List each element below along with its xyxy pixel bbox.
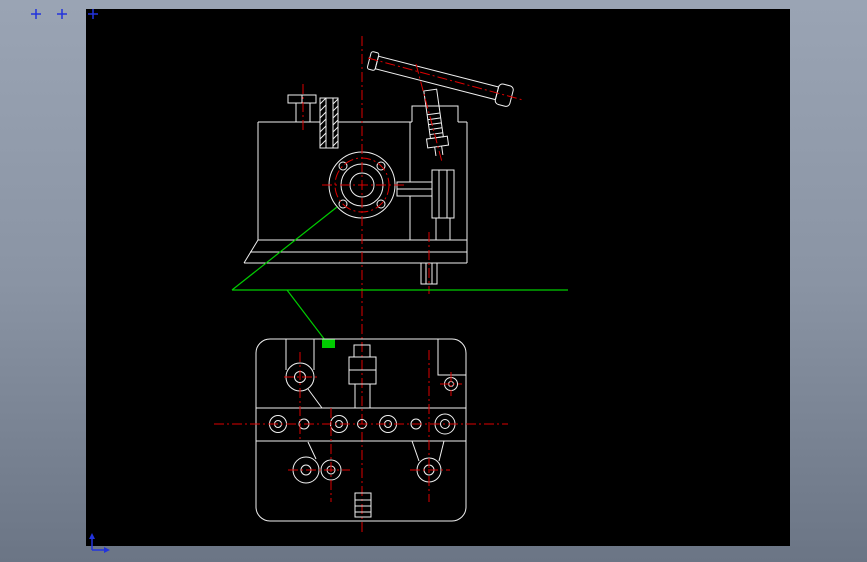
cad-window <box>0 0 867 562</box>
grip-square[interactable] <box>322 339 335 348</box>
cross-marker-icon <box>31 9 41 19</box>
drawing-canvas[interactable] <box>0 0 867 562</box>
viewport-background[interactable] <box>86 9 790 546</box>
cross-marker-icon <box>57 9 67 19</box>
